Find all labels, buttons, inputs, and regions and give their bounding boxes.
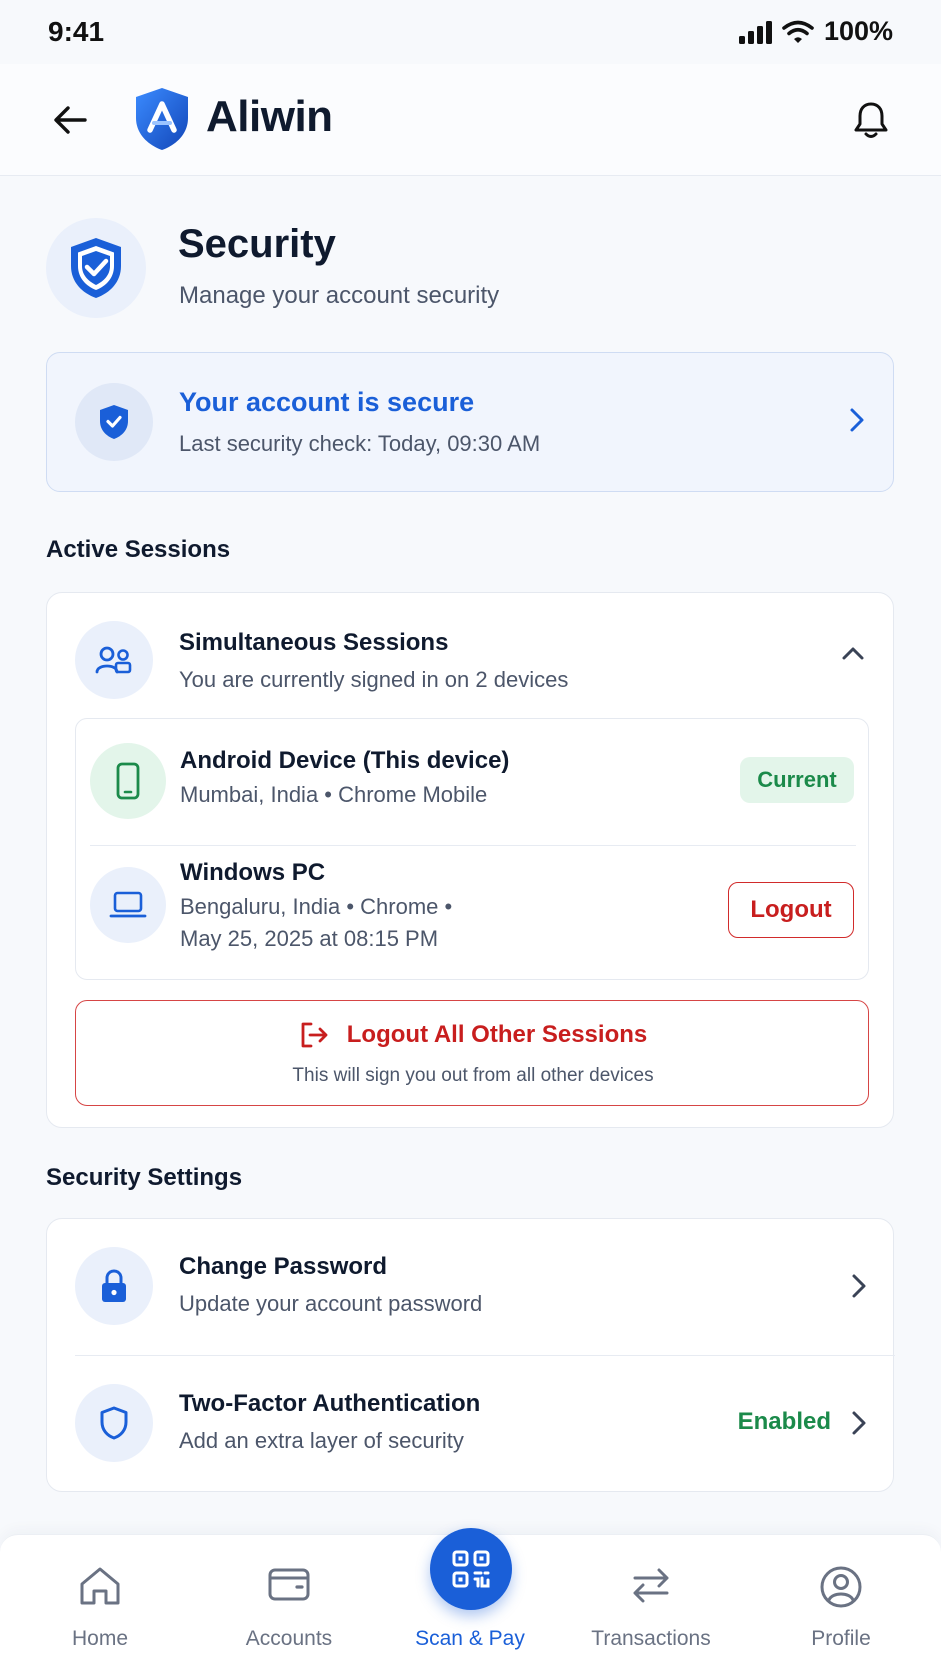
active-sessions-heading: Active Sessions: [46, 536, 231, 563]
page-subtitle: Manage your account security: [179, 282, 500, 309]
devices-list: Android Device (This device) Mumbai, Ind…: [75, 718, 869, 980]
status-bar: 9:41 100%: [0, 0, 941, 64]
two-factor-subtitle: Add an extra layer of security: [179, 1428, 464, 1453]
device-icon-wrap: [90, 867, 166, 943]
nav-item-accounts[interactable]: Accounts: [199, 1535, 379, 1672]
nav-label: Home: [71, 1627, 129, 1650]
device-last-active: May 25, 2025 at 08:15 PM: [180, 926, 439, 951]
change-password-subtitle: Update your account password: [179, 1291, 483, 1316]
chevron-right-icon: [852, 1411, 866, 1435]
logout-all-row: Logout All Other Sessions: [76, 1021, 870, 1049]
status-time: 9:41: [48, 16, 105, 47]
nav-label: Profile: [811, 1627, 871, 1650]
chevron-up-icon[interactable]: [839, 643, 867, 663]
wallet-icon: [268, 1568, 310, 1601]
status-indicators: 100%: [738, 16, 893, 47]
chevron-right-icon: [850, 408, 864, 432]
notifications-button[interactable]: [845, 94, 897, 146]
device-icon-wrap: [90, 743, 166, 819]
account-secure-banner[interactable]: Your account is secure Last security che…: [46, 352, 894, 492]
lock-icon: [102, 1269, 126, 1302]
device-meta: Mumbai, India • Chrome Mobile: [180, 782, 488, 807]
sessions-subtitle: You are currently signed in on 2 devices: [179, 667, 569, 692]
secure-title: Your account is secure: [179, 387, 475, 417]
nav-label: Accounts: [245, 1627, 333, 1650]
change-password-title: Change Password: [179, 1253, 388, 1280]
two-factor-status: Enabled: [737, 1408, 831, 1435]
nav-label: Transactions: [591, 1627, 711, 1650]
cellular-signal-icon: [738, 20, 772, 44]
shield-check-icon: [71, 238, 121, 298]
logout-device-button[interactable]: Logout: [728, 882, 854, 938]
nav-label: Scan & Pay: [415, 1627, 525, 1650]
logout-icon: [301, 1022, 328, 1048]
bell-icon: [854, 102, 888, 138]
user-circle-icon: [820, 1566, 862, 1608]
shield-check-icon: [100, 405, 128, 439]
shield-logo-icon: [136, 88, 188, 150]
two-factor-title: Two-Factor Authentication: [179, 1390, 481, 1417]
chevron-right-icon: [852, 1274, 866, 1298]
current-badge: Current: [740, 757, 854, 803]
device-name: Android Device (This device): [180, 747, 510, 774]
battery-percent: 100%: [823, 16, 893, 46]
scan-pay-button[interactable]: [430, 1528, 512, 1610]
wallet-icon-wrap: [199, 1565, 379, 1603]
nav-item-transactions[interactable]: Transactions: [561, 1535, 741, 1672]
page-icon: [46, 218, 146, 318]
transfer-icon-wrap: [561, 1565, 741, 1605]
logout-all-label: Logout All Other Sessions: [346, 1021, 648, 1048]
sessions-icon-wrap: [75, 621, 153, 699]
security-settings-heading: Security Settings: [46, 1164, 243, 1191]
arrow-left-icon: [54, 106, 87, 134]
device-divider: [90, 845, 856, 846]
shield-icon: [100, 1406, 128, 1440]
device-meta: Bengaluru, India • Chrome •: [180, 894, 453, 919]
app-header: Aliwin: [0, 64, 941, 176]
settings-card: Change Password Update your account pass…: [46, 1218, 895, 1493]
laptop-icon: [109, 891, 147, 918]
logout-all-subtitle: This will sign you out from all other de…: [292, 1065, 654, 1086]
device-name: Windows PC: [180, 859, 326, 886]
sessions-title: Simultaneous Sessions: [179, 629, 449, 656]
transfer-arrows-icon: [633, 1568, 669, 1603]
two-factor-row[interactable]: Two-Factor Authentication Add an extra l…: [47, 1356, 895, 1493]
users-icon: [95, 646, 132, 674]
lock-icon-wrap: [75, 1247, 153, 1325]
page-title: Security: [178, 222, 336, 266]
home-icon: [80, 1567, 120, 1605]
qr-code-icon: [452, 1550, 490, 1588]
app-title: Aliwin: [206, 92, 333, 141]
change-password-row[interactable]: Change Password Update your account pass…: [47, 1219, 895, 1356]
logout-all-sessions-button[interactable]: Logout All Other Sessions This will sign…: [75, 1000, 869, 1106]
nav-item-profile[interactable]: Profile: [751, 1535, 931, 1672]
secure-icon-wrap: [75, 383, 153, 461]
nav-item-home[interactable]: Home: [10, 1535, 190, 1672]
sessions-card: Simultaneous Sessions You are currently …: [46, 592, 894, 1128]
wifi-icon: [782, 20, 814, 43]
smartphone-icon: [116, 762, 140, 800]
home-icon-wrap: [10, 1565, 190, 1607]
secure-subtitle: Last security check: Today, 09:30 AM: [179, 431, 541, 456]
back-button[interactable]: [44, 94, 96, 146]
profile-icon-wrap: [751, 1565, 931, 1609]
shield-icon-wrap: [75, 1384, 153, 1462]
